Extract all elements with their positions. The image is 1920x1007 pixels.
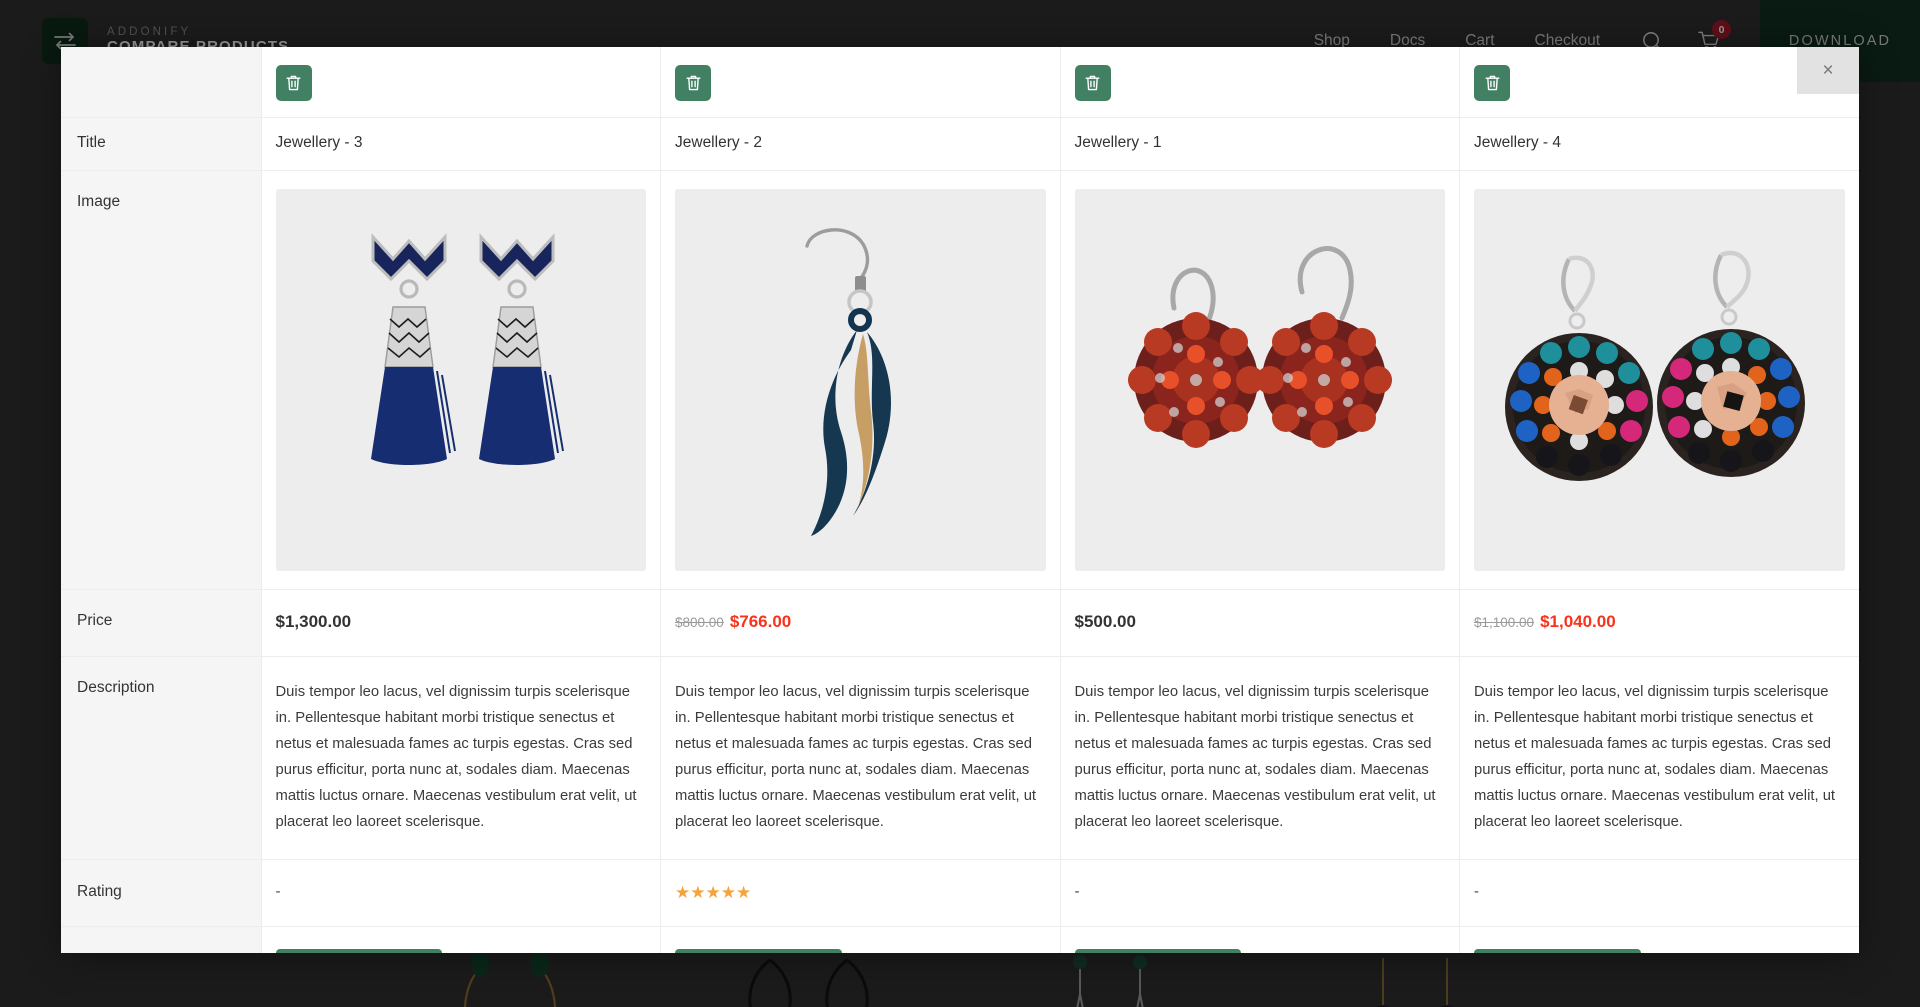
trash-icon — [686, 75, 700, 91]
row-label-title: Title — [61, 117, 261, 171]
cell-remove-2 — [660, 47, 1060, 118]
table-row-rating: Rating - ★★★★★ - - — [61, 859, 1859, 928]
product-price: $500.00 — [1074, 612, 1136, 631]
page-root: ADDONIFY COMPARE PRODUCTS Shop Docs Cart… — [0, 0, 1920, 1007]
row-label-remove — [61, 47, 261, 118]
product-description: Duis tempor leo lacus, vel dignissim tur… — [1474, 684, 1836, 831]
table-row-description: Description Duis tempor leo lacus, vel d… — [61, 656, 1859, 861]
product-rating: - — [1074, 883, 1080, 901]
row-label-description: Description — [61, 656, 261, 861]
product-price: $1,300.00 — [275, 612, 352, 631]
cell-rating-3: - — [1059, 859, 1460, 928]
row-label-image: Image — [61, 170, 261, 590]
cell-title-4: Jewellery - 4 — [1459, 117, 1859, 171]
product-price: $766.00 — [729, 612, 792, 631]
product-image-navy-tassel-earrings[interactable] — [275, 189, 646, 571]
cell-title-1: Jewellery - 3 — [260, 117, 661, 171]
product-price-old: $1,100.00 — [1474, 615, 1535, 630]
cell-action-4: ADD TO CART — [1459, 926, 1859, 953]
table-row-price: Price $1,300.00 $800.00 $766.00 $500.00 $… — [61, 589, 1859, 657]
product-image-navy-gold-swirl-earring[interactable] — [675, 189, 1046, 571]
table-row-title: Title Jewellery - 3 Jewellery - 2 Jewell… — [61, 117, 1859, 171]
cell-rating-1: - — [260, 859, 661, 928]
cell-description-3: Duis tempor leo lacus, vel dignissim tur… — [1059, 656, 1460, 861]
product-title: Jewellery - 4 — [1474, 134, 1561, 151]
table-row-action: Action ADD TO CART ADD TO CART ADD TO CA… — [61, 926, 1859, 953]
cell-description-2: Duis tempor leo lacus, vel dignissim tur… — [660, 656, 1060, 861]
cell-title-3: Jewellery - 1 — [1059, 117, 1460, 171]
cell-action-3: ADD TO CART — [1059, 926, 1460, 953]
cell-rating-4: - — [1459, 859, 1859, 928]
product-description: Duis tempor leo lacus, vel dignissim tur… — [275, 684, 637, 831]
compare-table: Title Jewellery - 3 Jewellery - 2 Jewell… — [61, 47, 1859, 953]
cell-image-4 — [1459, 170, 1859, 590]
product-description: Duis tempor leo lacus, vel dignissim tur… — [675, 684, 1037, 831]
table-row-remove — [61, 47, 1859, 118]
cell-price-3: $500.00 — [1059, 589, 1460, 657]
cell-image-3 — [1059, 170, 1460, 590]
table-row-image: Image — [61, 170, 1859, 590]
cell-action-2: ADD TO CART — [660, 926, 1060, 953]
add-to-cart-button[interactable]: ADD TO CART — [675, 949, 842, 953]
trash-icon — [286, 75, 301, 91]
close-icon[interactable]: × — [1797, 47, 1859, 94]
cell-price-2: $800.00 $766.00 — [660, 589, 1060, 657]
cell-price-4: $1,100.00 $1,040.00 — [1459, 589, 1859, 657]
product-title: Jewellery - 3 — [275, 134, 363, 151]
cell-remove-3 — [1059, 47, 1460, 118]
product-image-red-crystal-cluster-earrings[interactable] — [1074, 189, 1445, 571]
product-rating-stars: ★★★★★ — [675, 883, 752, 903]
remove-product-button[interactable] — [675, 65, 711, 101]
remove-product-button[interactable] — [1074, 65, 1111, 101]
trash-icon — [1085, 75, 1100, 91]
cell-image-2 — [660, 170, 1060, 590]
product-title: Jewellery - 1 — [1074, 134, 1162, 151]
add-to-cart-button[interactable]: ADD TO CART — [275, 949, 443, 953]
product-price-old: $800.00 — [675, 615, 724, 630]
cell-description-1: Duis tempor leo lacus, vel dignissim tur… — [260, 656, 661, 861]
row-label-price: Price — [61, 589, 261, 657]
cell-remove-1 — [260, 47, 661, 118]
add-to-cart-button[interactable]: ADD TO CART — [1474, 949, 1641, 953]
cell-description-4: Duis tempor leo lacus, vel dignissim tur… — [1459, 656, 1859, 861]
row-label-action: Action — [61, 926, 261, 953]
add-to-cart-button[interactable]: ADD TO CART — [1074, 949, 1242, 953]
product-rating: - — [275, 883, 281, 901]
product-title: Jewellery - 2 — [675, 134, 762, 151]
cell-title-2: Jewellery - 2 — [660, 117, 1060, 171]
remove-product-button[interactable] — [1474, 65, 1510, 101]
cell-action-1: ADD TO CART — [260, 926, 661, 953]
trash-icon — [1485, 75, 1499, 91]
product-price: $1,040.00 — [1540, 612, 1616, 631]
compare-products-modal: × Title Jewellery - 3 Jewellery - 2 Jewe… — [61, 47, 1859, 953]
row-label-rating: Rating — [61, 859, 261, 928]
product-description: Duis tempor leo lacus, vel dignissim tur… — [1074, 684, 1436, 831]
product-rating: - — [1474, 883, 1479, 901]
remove-product-button[interactable] — [275, 65, 312, 101]
product-image-multicolor-crystal-disc-earrings[interactable] — [1474, 189, 1845, 571]
cell-rating-2: ★★★★★ — [660, 859, 1060, 928]
cell-image-1 — [260, 170, 661, 590]
cell-price-1: $1,300.00 — [260, 589, 661, 657]
